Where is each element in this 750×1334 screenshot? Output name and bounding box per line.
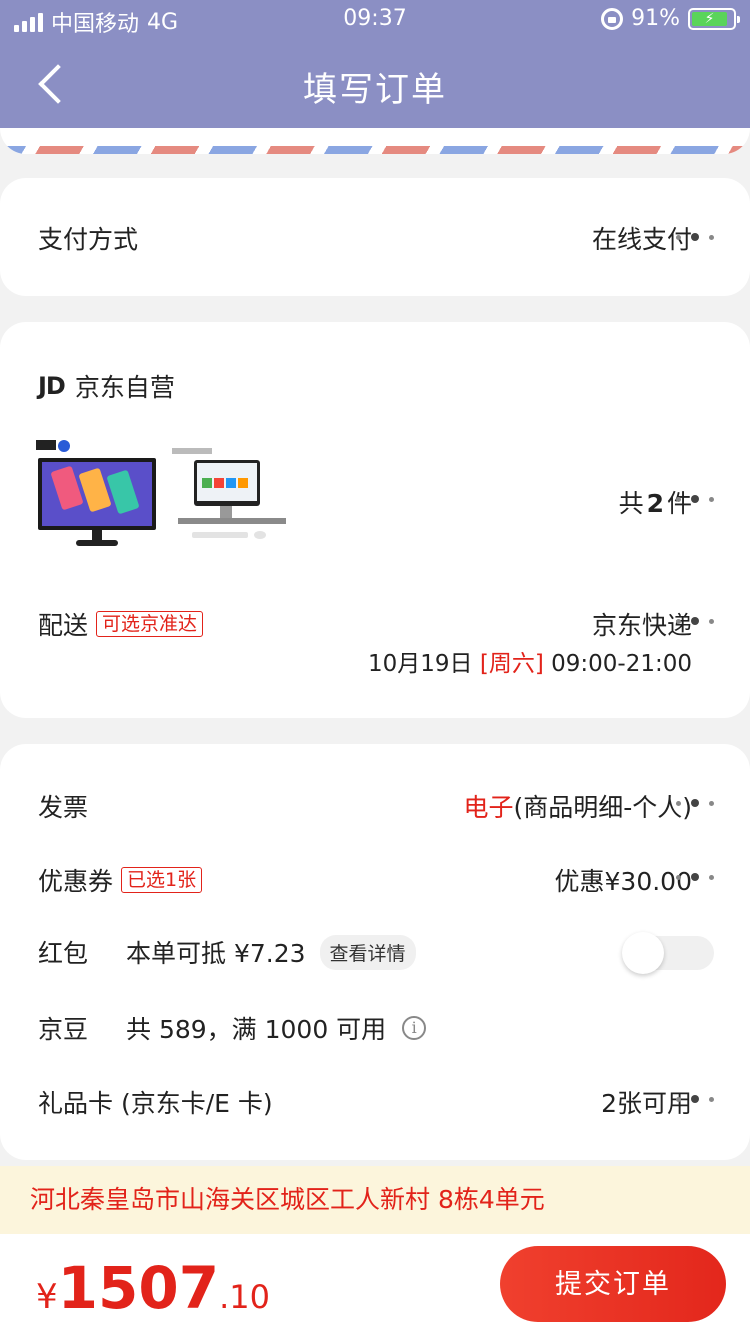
giftcard-label: 礼品卡 (京东卡/E 卡) [38, 1089, 273, 1118]
shop-card: JD 京东自营 共2件 配送 可选京准达 京东快递 10月19日 [周六] 09… [0, 322, 750, 718]
jingdou-label: 京豆 [38, 1015, 89, 1044]
more-icon[interactable] [676, 1094, 714, 1104]
jd-logo: JD [38, 372, 66, 400]
giftcard-row[interactable]: 礼品卡 (京东卡/E 卡) 2张可用 [38, 1084, 714, 1120]
payment-label: 支付方式 [38, 225, 139, 254]
submit-order-button[interactable]: 提交订单 [500, 1246, 726, 1322]
delivery-tag: 可选京准达 [96, 611, 204, 637]
nav-bar: 填写订单 [0, 52, 750, 116]
shop-header: JD 京东自营 [38, 368, 175, 404]
redpacket-label: 红包 [38, 939, 89, 968]
delivery-label: 配送 [38, 611, 89, 640]
invoice-label: 发票 [38, 793, 89, 822]
redpacket-text: 本单可抵 ¥7.23 [126, 939, 306, 968]
header: 中国移动 4G 09:37 91% ⚡ 填写订单 [0, 0, 750, 128]
total-price: ¥ 1507 .10 [36, 1254, 270, 1322]
rotation-lock-icon [601, 7, 624, 30]
coupon-tag: 已选1张 [121, 867, 203, 893]
coupon-value: 优惠¥30.00 [554, 867, 692, 896]
battery-percent: 91% [631, 6, 680, 31]
more-icon[interactable] [676, 232, 714, 242]
battery-icon: ⚡ [688, 7, 740, 30]
more-icon[interactable] [676, 494, 714, 504]
extras-card: 发票 电子(商品明细-个人) 优惠券 已选1张 优惠¥30.00 红包 本单可抵… [0, 744, 750, 1160]
delivery-time-row: 10月19日 [周六] 09:00-21:00 [38, 644, 714, 678]
redpacket-row: 红包 本单可抵 ¥7.23 查看详情 [38, 934, 714, 970]
more-icon[interactable] [676, 872, 714, 882]
envelope-border [0, 128, 750, 154]
address-bar[interactable]: 河北秦皇岛市山海关区城区工人新村 8栋4单元 [0, 1166, 750, 1234]
coupon-row[interactable]: 优惠券 已选1张 优惠¥30.00 [38, 862, 714, 898]
redpacket-toggle[interactable] [622, 932, 714, 974]
item-count-row[interactable]: 共2件 [38, 484, 714, 520]
info-icon[interactable]: i [402, 1016, 427, 1040]
payment-card[interactable]: 支付方式 在线支付 [0, 178, 750, 296]
delivery-schedule: 10月19日 [周六] 09:00-21:00 [368, 651, 692, 677]
coupon-label: 优惠券 [38, 867, 114, 896]
invoice-value: 电子(商品明细-个人) [463, 793, 692, 822]
status-bar: 中国移动 4G 09:37 91% ⚡ [0, 0, 750, 40]
more-icon[interactable] [676, 798, 714, 808]
page-title: 填写订单 [303, 70, 447, 110]
jingdou-row: 京豆 共 589，满 1000 可用 i [38, 1010, 714, 1046]
invoice-row[interactable]: 发票 电子(商品明细-个人) [38, 788, 714, 824]
shop-name: 京东自营 [74, 373, 175, 402]
payment-row[interactable]: 支付方式 在线支付 [38, 220, 714, 256]
jingdou-text: 共 589，满 1000 可用 [126, 1015, 387, 1044]
bottom-bar: ¥ 1507 .10 提交订单 [0, 1234, 750, 1334]
redpacket-detail-button[interactable]: 查看详情 [319, 934, 416, 970]
delivery-row[interactable]: 配送 可选京准达 京东快递 [38, 606, 714, 642]
more-icon[interactable] [676, 616, 714, 626]
